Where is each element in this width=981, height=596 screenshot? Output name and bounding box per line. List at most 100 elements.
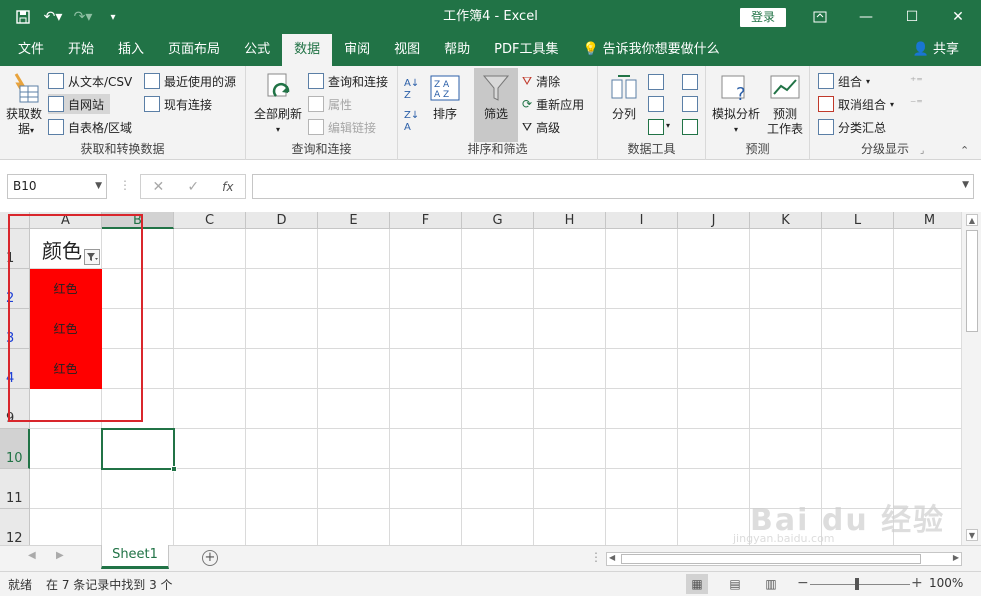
cell-i2[interactable] <box>606 269 678 309</box>
add-sheet-icon[interactable]: + <box>202 550 218 566</box>
refresh-dropdown-icon[interactable]: ▾ <box>276 122 280 137</box>
cell-e3[interactable] <box>318 309 390 349</box>
column-header-g[interactable]: G <box>462 212 534 229</box>
normal-view-icon[interactable]: ▦ <box>686 574 708 594</box>
what-if-dropdown-icon[interactable]: ▾ <box>734 122 738 137</box>
cell-g4[interactable] <box>462 349 534 389</box>
prev-sheet-icon[interactable]: ◀ <box>28 550 36 561</box>
properties-button[interactable]: 属性 <box>308 94 352 114</box>
column-header-j[interactable]: J <box>678 212 750 229</box>
cell-f11[interactable] <box>390 469 462 509</box>
column-header-d[interactable]: D <box>246 212 318 229</box>
next-sheet-icon[interactable]: ▶ <box>56 550 64 561</box>
close-icon[interactable]: ✕ <box>935 0 981 34</box>
existing-connections-button[interactable]: 现有连接 <box>144 94 212 114</box>
advanced-filter-button[interactable]: ⛛ 高级 <box>522 117 560 137</box>
tab-home[interactable]: 开始 <box>56 34 106 66</box>
horizontal-scroll-thumb[interactable] <box>621 554 921 564</box>
cell-j2[interactable] <box>678 269 750 309</box>
row-header-10[interactable]: 10 <box>0 429 30 469</box>
queries-connections-button[interactable]: 查询和连接 <box>308 71 388 91</box>
cell-h10[interactable] <box>534 429 606 469</box>
cell-j11[interactable] <box>678 469 750 509</box>
data-validation-icon[interactable] <box>648 119 664 135</box>
cell-d11[interactable] <box>246 469 318 509</box>
cell-i12[interactable] <box>606 509 678 545</box>
cell-d4[interactable] <box>246 349 318 389</box>
formula-bar-splitter-icon[interactable]: ⋮ <box>119 178 131 192</box>
remove-duplicates-icon[interactable] <box>648 96 664 112</box>
cell-j10[interactable] <box>678 429 750 469</box>
cell-c11[interactable] <box>174 469 246 509</box>
active-cell-b10[interactable] <box>101 428 177 472</box>
tab-page-layout[interactable]: 页面布局 <box>156 34 232 66</box>
cell-f3[interactable] <box>390 309 462 349</box>
cell-e12[interactable] <box>318 509 390 545</box>
sort-az-icon[interactable]: A↓ Z <box>404 78 419 102</box>
cell-j9[interactable] <box>678 389 750 429</box>
cell-f12[interactable] <box>390 509 462 545</box>
share-button[interactable]: 👤 共享 <box>913 34 959 66</box>
data-model-icon[interactable] <box>682 119 698 135</box>
scroll-down-icon[interactable]: ▼ <box>966 529 978 541</box>
cell-g2[interactable] <box>462 269 534 309</box>
cell-i1[interactable] <box>606 229 678 269</box>
cell-h1[interactable] <box>534 229 606 269</box>
show-detail-icon[interactable]: ⁺⁼ <box>910 74 923 88</box>
cell-h3[interactable] <box>534 309 606 349</box>
name-box-dropdown-icon[interactable]: ▼ <box>95 175 102 198</box>
cell-m10[interactable] <box>894 429 961 469</box>
insert-function-icon[interactable]: fx <box>222 180 233 194</box>
cell-f9[interactable] <box>390 389 462 429</box>
cell-c3[interactable] <box>174 309 246 349</box>
tab-split-handle-icon[interactable]: ⋮ <box>590 550 602 564</box>
cell-e4[interactable] <box>318 349 390 389</box>
zoom-level[interactable]: 100% <box>929 576 963 590</box>
cell-l3[interactable] <box>822 309 894 349</box>
cell-m9[interactable] <box>894 389 961 429</box>
data-validation-dropdown-icon[interactable]: ▾ <box>666 121 670 130</box>
login-button[interactable]: 登录 <box>740 8 786 27</box>
filter-button[interactable]: 筛选 <box>474 68 518 142</box>
get-data-button[interactable]: 获取数 据 <box>4 72 44 137</box>
cell-e9[interactable] <box>318 389 390 429</box>
cell-g1[interactable] <box>462 229 534 269</box>
expand-formula-bar-icon[interactable]: ▼ <box>962 180 969 190</box>
cell-h4[interactable] <box>534 349 606 389</box>
sort-button[interactable]: Z AA Z 排序 <box>428 72 462 122</box>
cell-h2[interactable] <box>534 269 606 309</box>
scroll-left-icon[interactable]: ◀ <box>609 553 615 562</box>
cell-i9[interactable] <box>606 389 678 429</box>
cell-b12[interactable] <box>102 509 174 545</box>
cell-e10[interactable] <box>318 429 390 469</box>
scroll-up-icon[interactable]: ▲ <box>966 214 978 226</box>
column-header-h[interactable]: H <box>534 212 606 229</box>
tab-formulas[interactable]: 公式 <box>232 34 282 66</box>
cell-l9[interactable] <box>822 389 894 429</box>
recent-sources-button[interactable]: 最近使用的源 <box>144 71 236 91</box>
cell-f2[interactable] <box>390 269 462 309</box>
cell-k2[interactable] <box>750 269 822 309</box>
cell-g3[interactable] <box>462 309 534 349</box>
cell-g9[interactable] <box>462 389 534 429</box>
cell-j3[interactable] <box>678 309 750 349</box>
cell-k10[interactable] <box>750 429 822 469</box>
what-if-analysis-button[interactable]: ? 模拟分析 ▾ <box>710 72 762 137</box>
collapse-ribbon-icon[interactable]: ⌃ <box>960 144 969 157</box>
cell-e1[interactable] <box>318 229 390 269</box>
column-header-c[interactable]: C <box>174 212 246 229</box>
cell-e11[interactable] <box>318 469 390 509</box>
cell-c2[interactable] <box>174 269 246 309</box>
cell-a12[interactable] <box>30 509 102 545</box>
cancel-icon[interactable]: ✕ <box>153 179 165 195</box>
group-button[interactable]: 组合 ▾ <box>818 71 870 91</box>
cell-d9[interactable] <box>246 389 318 429</box>
cell-l4[interactable] <box>822 349 894 389</box>
cell-d1[interactable] <box>246 229 318 269</box>
cell-k3[interactable] <box>750 309 822 349</box>
fill-handle[interactable] <box>171 466 177 472</box>
column-header-i[interactable]: I <box>606 212 678 229</box>
cell-d3[interactable] <box>246 309 318 349</box>
cell-j1[interactable] <box>678 229 750 269</box>
row-header-11[interactable]: 11 <box>0 469 30 509</box>
